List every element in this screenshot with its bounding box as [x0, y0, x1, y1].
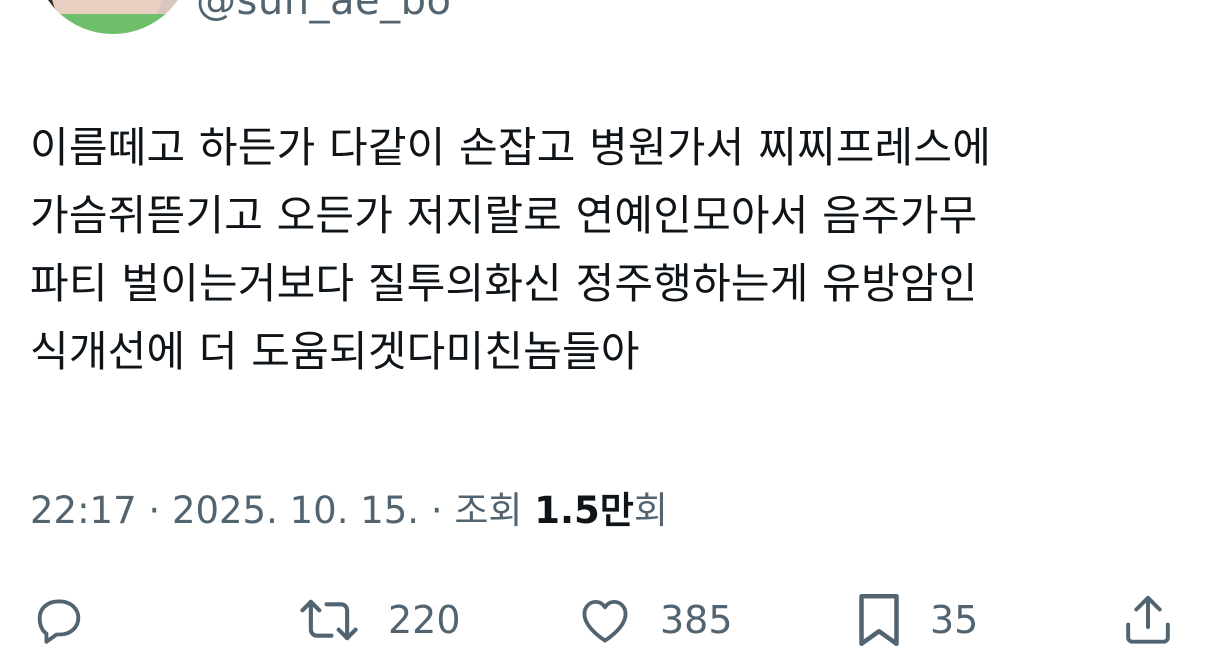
views-count: 1.5	[534, 489, 600, 532]
retweet-icon	[296, 591, 362, 649]
tweet-header: @sun_ae_bo	[0, 0, 1206, 40]
tweet-meta: 22:17 · 2025. 10. 15. · 조회 1.5만회	[30, 486, 668, 536]
tweet-time[interactable]: 22:17	[30, 489, 137, 532]
like-button[interactable]: 385	[576, 590, 733, 650]
bookmark-count: 35	[930, 598, 979, 642]
reply-icon	[30, 591, 88, 649]
action-bar: 220 385 35	[0, 580, 1206, 660]
avatar-shirt	[44, 14, 184, 34]
share-button[interactable]	[1120, 590, 1176, 650]
bookmark-icon	[854, 590, 904, 650]
avatar[interactable]	[34, 0, 192, 34]
meta-separator: ·	[430, 489, 443, 532]
heart-icon	[576, 591, 634, 649]
views-unit: 만	[599, 489, 634, 532]
meta-separator: ·	[148, 489, 161, 532]
tweet-date[interactable]: 2025. 10. 15.	[172, 489, 419, 532]
tweet-text-line: 이름떼고 하든가 다같이 손잡고 병원가서 찌찌프레스에	[30, 123, 992, 172]
retweet-count: 220	[388, 598, 461, 642]
author-handle[interactable]: @sun_ae_bo	[196, 0, 452, 24]
tweet-text-line: 파티 벌이는거보다 질투의화신 정주행하는게 유방암인	[30, 259, 978, 308]
reply-button[interactable]	[30, 590, 88, 650]
retweet-button[interactable]: 220	[296, 590, 461, 650]
views-suffix: 회	[633, 489, 668, 532]
tweet-text-line: 가슴쥐뜯기고 오든가 저지랄로 연예인모아서 음주가무	[30, 191, 978, 240]
tweet-text: 이름떼고 하든가 다같이 손잡고 병원가서 찌찌프레스에 가슴쥐뜯기고 오든가 …	[30, 114, 1180, 386]
tweet-text-line: 식개선에 더 도움되겟다미친놈들아	[30, 327, 640, 376]
views-label: 조회	[454, 489, 523, 532]
like-count: 385	[660, 598, 733, 642]
share-icon	[1120, 591, 1176, 649]
bookmark-button[interactable]: 35	[854, 590, 978, 650]
